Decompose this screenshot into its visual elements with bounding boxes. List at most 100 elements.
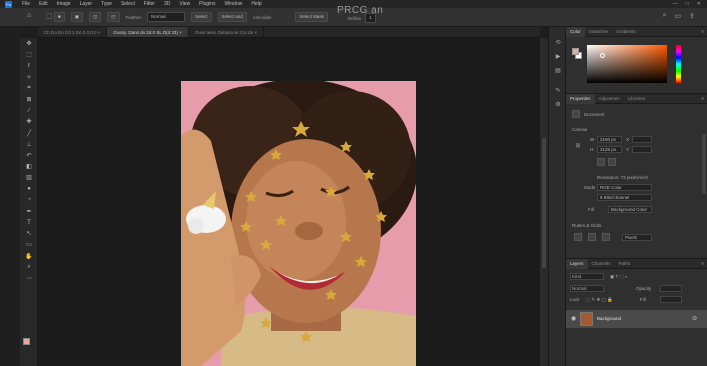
eyedropper-icon[interactable]: ⁄ xyxy=(20,105,38,116)
lasso-icon[interactable]: ℓ xyxy=(20,60,38,71)
move-icon[interactable]: ✥ xyxy=(20,38,38,49)
document-image[interactable] xyxy=(181,81,416,366)
quick-select-icon[interactable]: ✧ xyxy=(20,72,38,83)
link-icon[interactable]: ⛓ xyxy=(575,143,581,149)
width-input[interactable]: 2160 px xyxy=(597,136,622,143)
menu-view[interactable]: View xyxy=(176,1,193,7)
tab-swatches[interactable]: Swatches xyxy=(585,27,613,37)
maximize-icon[interactable]: □ xyxy=(686,1,689,7)
portrait-orientation-button[interactable] xyxy=(597,158,605,166)
height-field[interactable]: Select and xyxy=(217,12,247,22)
tab-adjustments[interactable]: Adjustmen xyxy=(595,94,624,104)
menu-plugins[interactable]: Plugins xyxy=(196,1,218,7)
lock-icons[interactable]: ⬚ ✎ ✥ ▢ 🔒 xyxy=(586,297,613,303)
opacity-input[interactable] xyxy=(660,285,682,292)
tab-color[interactable]: Color xyxy=(566,26,585,37)
hand-icon[interactable]: ✋ xyxy=(20,251,38,262)
hue-slider[interactable] xyxy=(676,45,681,83)
panel-menu-icon[interactable]: ≡ xyxy=(701,261,704,267)
menu-help[interactable]: Help xyxy=(248,1,264,7)
canvas-vertical-scrollbar[interactable] xyxy=(540,38,548,366)
menu-file[interactable]: File xyxy=(19,1,33,7)
menu-filter[interactable]: Filter xyxy=(141,1,158,7)
path-select-icon[interactable]: ↖ xyxy=(20,228,38,239)
workspace-icon[interactable]: ▭ xyxy=(675,12,682,20)
panel-menu-icon[interactable]: ≡ xyxy=(701,29,704,35)
menu-select[interactable]: Select xyxy=(118,1,138,7)
fill-dropdown[interactable]: Background Color xyxy=(608,206,652,213)
blur-icon[interactable]: ● xyxy=(20,183,38,194)
tab-libraries[interactable]: Libraries xyxy=(624,94,649,104)
tab-document-2[interactable]: Gossy. Dans do 2d 0 SL D(d 33) × xyxy=(107,27,189,37)
width-field[interactable]: Select xyxy=(191,12,212,22)
crop-icon[interactable]: ⌗ xyxy=(20,83,38,94)
style-dropdown[interactable]: Normal xyxy=(147,12,186,22)
scrollbar-thumb[interactable] xyxy=(542,138,546,268)
units-dropdown[interactable]: Pixels xyxy=(622,234,652,241)
foreground-color-swatch[interactable] xyxy=(23,338,30,345)
new-selection-button[interactable]: ■ xyxy=(54,12,65,22)
select-mask-button[interactable]: Select Mask xyxy=(295,12,328,22)
menu-layer[interactable]: Layer xyxy=(77,1,96,7)
canvas-area[interactable] xyxy=(38,38,540,366)
stamp-icon[interactable]: ⊥ xyxy=(20,139,38,150)
tab-gradients[interactable]: Gradients xyxy=(612,27,640,37)
properties-scrollbar[interactable] xyxy=(702,134,706,194)
home-icon[interactable]: ⌂ xyxy=(27,12,31,19)
dodge-icon[interactable]: ◔ xyxy=(20,195,38,206)
filter-icons[interactable]: ▣ T ⬚ ◐ xyxy=(610,274,628,280)
height-input[interactable]: 3125 px xyxy=(597,146,622,153)
minimize-icon[interactable]: — xyxy=(673,1,678,7)
comments-icon[interactable]: ▤ xyxy=(549,63,567,77)
tab-document-1[interactable]: Ch Do Do Cd 1 Do 0.0 0.0 × xyxy=(38,27,108,37)
panel-menu-icon[interactable]: ≡ xyxy=(701,96,704,102)
shape-icon[interactable]: ▭ xyxy=(20,239,38,250)
share-icon[interactable]: ⇪ xyxy=(689,12,695,20)
eraser-icon[interactable]: ◧ xyxy=(20,161,38,172)
x-input[interactable] xyxy=(632,136,652,143)
close-icon[interactable]: ✕ xyxy=(697,1,701,7)
y-input[interactable] xyxy=(632,146,652,153)
intersect-selection-button[interactable]: ◰ xyxy=(107,12,120,22)
mode-dropdown[interactable]: RGB Color xyxy=(597,184,652,191)
menu-type[interactable]: Type xyxy=(98,1,115,7)
menu-edit[interactable]: Edit xyxy=(36,1,51,7)
type-icon[interactable]: T xyxy=(20,217,38,228)
pen-icon[interactable]: ✒ xyxy=(20,206,38,217)
healing-icon[interactable]: ✚ xyxy=(20,116,38,127)
refine-field[interactable]: 1 xyxy=(365,13,376,23)
actions-icon[interactable]: ▶ xyxy=(549,49,567,63)
tab-layers[interactable]: Layers xyxy=(566,258,588,269)
brush-icon[interactable]: ╱ xyxy=(20,128,38,139)
menu-window[interactable]: Window xyxy=(222,1,246,7)
subtract-selection-button[interactable]: ◫ xyxy=(88,12,102,22)
history-brush-icon[interactable]: ↶ xyxy=(20,150,38,161)
fill-input[interactable] xyxy=(660,296,682,303)
adjustments-icon[interactable]: ⚙ xyxy=(549,97,567,111)
tab-paths[interactable]: Paths xyxy=(615,259,635,269)
tab-document-3[interactable]: Ouss aeso Dabaso te 2 to do × xyxy=(189,27,264,37)
menu-image[interactable]: Image xyxy=(54,1,74,7)
visibility-eye-icon[interactable]: ◉ xyxy=(571,315,576,322)
marquee-icon[interactable]: ⬚ xyxy=(20,49,38,60)
layer-lock-icon[interactable]: ⊝ xyxy=(692,315,697,322)
history-icon[interactable]: ⟲ xyxy=(549,35,567,49)
foreground-color-swatch[interactable] xyxy=(572,48,579,55)
gradient-icon[interactable]: ▥ xyxy=(20,172,38,183)
landscape-orientation-button[interactable] xyxy=(608,158,616,166)
layer-row-background[interactable]: ◉ Background ⊝ xyxy=(566,310,707,328)
add-selection-button[interactable]: ▣ xyxy=(70,12,83,22)
brush-settings-icon[interactable]: ✎ xyxy=(549,83,567,97)
menu-3d[interactable]: 3D xyxy=(161,1,173,7)
tab-properties[interactable]: Properties xyxy=(566,93,595,104)
ruler-icon[interactable] xyxy=(574,233,582,241)
antialias-checkbox[interactable]: Anti-alias xyxy=(253,15,272,20)
color-picker-field[interactable] xyxy=(587,45,667,83)
zoom-icon[interactable]: ⌕ xyxy=(20,262,38,273)
bit-depth-dropdown[interactable]: 8 Bits/Channel xyxy=(597,194,652,201)
more-icon[interactable]: ⋯ xyxy=(20,273,38,284)
grid-icon[interactable] xyxy=(588,233,596,241)
frame-icon[interactable]: ⊠ xyxy=(20,94,38,105)
color-picker-cursor[interactable] xyxy=(600,53,605,58)
guides-icon[interactable] xyxy=(602,233,610,241)
